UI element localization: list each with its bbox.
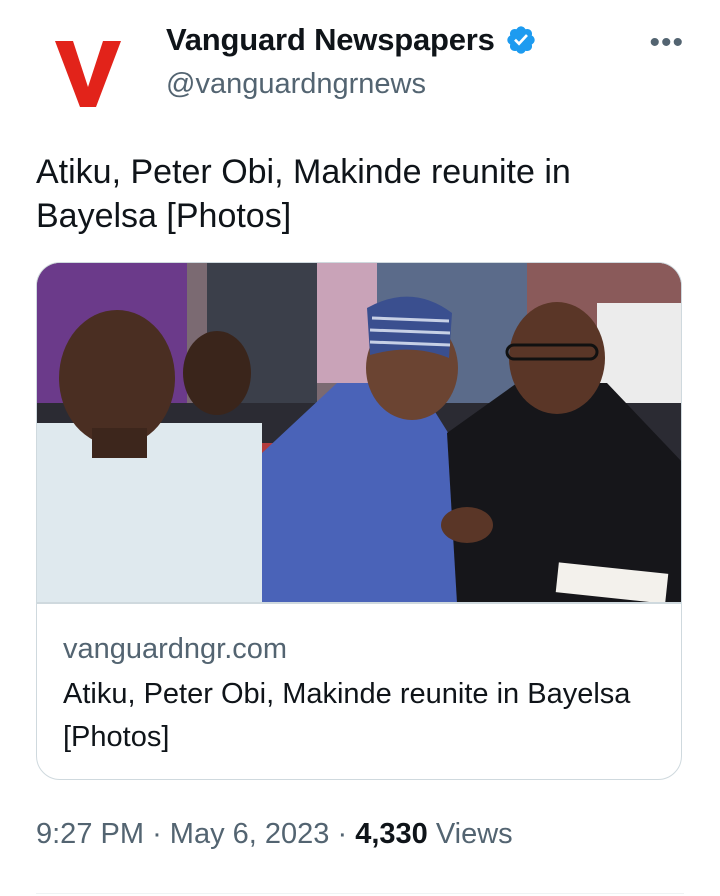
tweet-meta: 9:27 PM · May 6, 2023 · 4,330 Views	[36, 818, 513, 851]
more-options-icon[interactable]: •••	[649, 26, 684, 60]
display-name[interactable]: Vanguard Newspapers	[166, 22, 495, 58]
author-info: Vanguard Newspapers @vanguardngrnews	[166, 22, 537, 101]
link-card[interactable]: vanguardngr.com Atiku, Peter Obi, Makind…	[36, 262, 682, 780]
card-divider	[37, 602, 681, 604]
vanguard-logo-icon	[55, 41, 121, 107]
tweet-time[interactable]: 9:27 PM	[36, 818, 144, 850]
verified-badge-icon	[507, 26, 535, 54]
name-row: Vanguard Newspapers	[166, 22, 537, 58]
card-photo	[37, 263, 681, 603]
meta-separator: ·	[337, 818, 348, 850]
card-domain: vanguardngr.com	[63, 633, 288, 665]
card-title: Atiku, Peter Obi, Makinde reunite in Bay…	[63, 678, 631, 753]
tweet-text: Atiku, Peter Obi, Makinde reunite in Bay…	[36, 153, 571, 235]
avatar[interactable]	[36, 20, 140, 124]
tweet-date[interactable]: May 6, 2023	[170, 818, 330, 850]
meta-separator: ·	[152, 818, 162, 850]
views-count[interactable]: 4,330	[355, 818, 428, 850]
handle[interactable]: @vanguardngrnews	[166, 68, 537, 101]
divider	[36, 893, 684, 894]
views-label: Views	[435, 818, 513, 850]
